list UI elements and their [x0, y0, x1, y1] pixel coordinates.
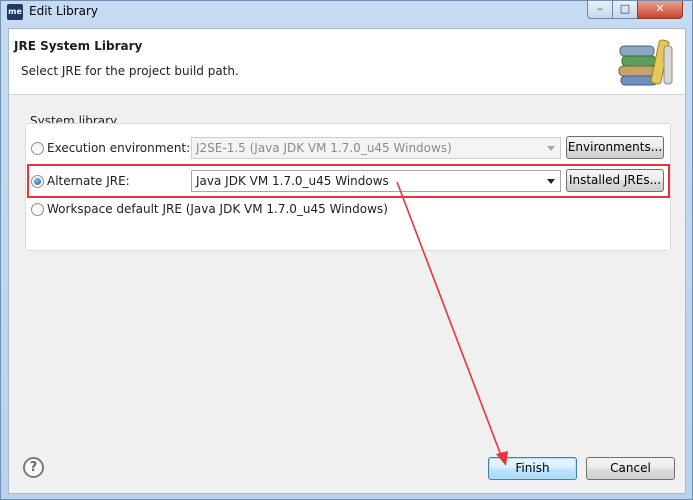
execution-environment-value: J2SE-1.5 (Java JDK VM 1.7.0_u45 Windows): [196, 141, 452, 155]
minimize-button[interactable]: –: [587, 1, 613, 19]
edit-library-window: me Edit Library – □ ✕ JRE System Library…: [0, 0, 693, 500]
app-icon: me: [7, 4, 23, 20]
title-bar: me Edit Library – □ ✕: [1, 1, 692, 23]
execution-environment-label: Execution environment:: [47, 141, 191, 155]
header-title: JRE System Library: [14, 39, 143, 53]
cancel-button[interactable]: Cancel: [586, 457, 675, 480]
workspace-default-jre-radio[interactable]: [31, 203, 44, 216]
help-icon[interactable]: ?: [23, 457, 44, 478]
dialog-client-area: JRE System Library Select JRE for the pr…: [8, 28, 686, 494]
maximize-button[interactable]: □: [612, 1, 638, 19]
dialog-header: JRE System Library Select JRE for the pr…: [9, 29, 685, 95]
execution-environment-select[interactable]: J2SE-1.5 (Java JDK VM 1.7.0_u45 Windows): [191, 137, 561, 159]
workspace-default-jre-label: Workspace default JRE (Java JDK VM 1.7.0…: [47, 202, 388, 216]
chevron-down-icon: [547, 146, 555, 151]
close-button[interactable]: ✕: [637, 1, 683, 19]
environments-button[interactable]: Environments...: [566, 136, 664, 159]
execution-environment-radio[interactable]: [31, 142, 44, 155]
library-books-icon: [618, 39, 673, 86]
header-description: Select JRE for the project build path.: [21, 64, 239, 78]
window-title: Edit Library: [29, 4, 99, 18]
finish-button[interactable]: Finish: [488, 457, 577, 480]
annotation-highlight-box: [27, 164, 670, 198]
